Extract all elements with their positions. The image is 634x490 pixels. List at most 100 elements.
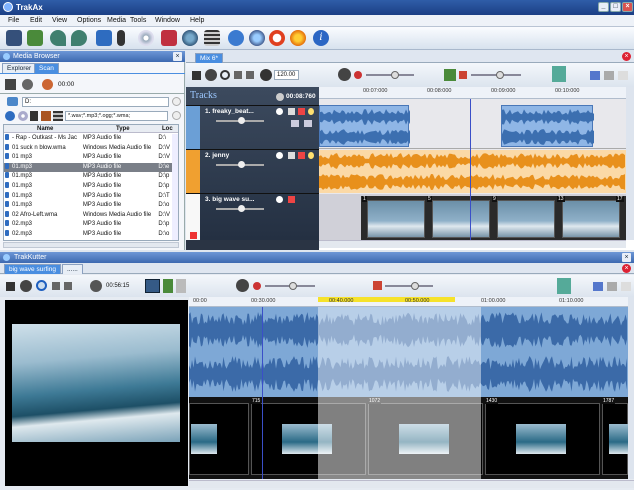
file-row[interactable]: 01 mp3 MP3 Audio file D:\V (4, 153, 172, 163)
column-name[interactable]: Name (37, 126, 53, 132)
add-track-icon[interactable] (444, 69, 456, 81)
undo-icon[interactable] (50, 30, 66, 46)
folder-icon[interactable] (607, 282, 617, 291)
tempo-icon[interactable] (260, 69, 272, 81)
stop-icon[interactable] (6, 282, 15, 291)
solo-icon[interactable] (276, 152, 283, 159)
volume-knob-icon[interactable] (236, 279, 249, 292)
panel-close-icon[interactable]: × (173, 52, 182, 61)
record-icon[interactable] (354, 71, 362, 79)
stop-icon[interactable] (192, 71, 201, 80)
forward-icon[interactable] (64, 282, 72, 290)
track-name[interactable]: 3. big wave su... (205, 196, 255, 203)
zoom-slider-thumb[interactable] (411, 282, 419, 290)
settings-icon[interactable] (618, 71, 628, 80)
chat-icon[interactable] (228, 30, 244, 46)
volume-slider[interactable] (366, 74, 414, 76)
filter-input[interactable]: *.wav;*.mp3;*.ogg;*.wma; (65, 111, 168, 121)
monitor-icon[interactable] (96, 30, 112, 46)
globe-icon[interactable] (182, 30, 198, 46)
save-icon[interactable] (6, 30, 22, 46)
mute-icon[interactable] (288, 196, 295, 203)
cd-icon[interactable] (18, 111, 28, 121)
tab-empty[interactable]: ...... (62, 264, 83, 274)
web-icon[interactable] (249, 30, 265, 46)
file-row[interactable]: 02 Afro-Left.wma Windows Media Audio file… (4, 210, 172, 221)
envelope-icon[interactable] (304, 120, 312, 127)
solo-icon[interactable] (276, 196, 283, 203)
track-header-2[interactable]: 2. jenny (186, 149, 319, 194)
mix-close-icon[interactable]: × (622, 52, 631, 61)
light-bulb-icon[interactable] (308, 108, 314, 115)
tab-close-icon[interactable]: × (622, 264, 631, 273)
lock-icon[interactable] (288, 152, 295, 159)
stop-icon[interactable] (5, 79, 16, 90)
file-row[interactable]: 01.mp3 MP3 Audio file D:\o (4, 201, 172, 211)
volume-knob-icon[interactable] (338, 68, 351, 81)
rewind-icon[interactable] (234, 71, 242, 79)
horizontal-scrollbar[interactable] (3, 242, 179, 248)
file-row[interactable]: 01 suck n blow.wma Windows Media Audio fi… (4, 143, 172, 154)
filmstrip-icon[interactable] (204, 30, 220, 46)
settings-icon[interactable] (621, 282, 631, 291)
kutter-ruler[interactable]: 00:00 00:30.000 00:40.000 00:50.000 01:0… (189, 297, 634, 307)
file-row[interactable]: 02.mp3 MP3 Audio file D:\o (4, 229, 172, 240)
cut-icon[interactable] (373, 281, 382, 290)
mute-icon[interactable] (298, 108, 305, 115)
file-row[interactable]: 02.mp3 MP3 Audio file D:\p (4, 220, 172, 230)
menu-options[interactable]: Options (77, 17, 101, 24)
mix-ruler[interactable]: 00:07:000 00:08:000 00:09:000 00:10:000 (319, 87, 626, 99)
filter-clear-icon[interactable] (172, 111, 181, 120)
zoom-slider[interactable] (385, 285, 433, 287)
track-name[interactable]: 1. freaky_beat... (205, 108, 254, 115)
microphone-icon[interactable] (30, 111, 38, 121)
minimize-icon[interactable]: _ (598, 2, 609, 12)
vertical-scrollbar[interactable] (628, 297, 634, 479)
column-location[interactable]: Loc (162, 126, 173, 132)
playhead[interactable] (470, 99, 471, 240)
file-row[interactable]: - Rap - Outkast - Ms Jac MP3 Audio file D:… (4, 134, 172, 144)
mute-icon[interactable] (459, 71, 467, 79)
kutter-waveform[interactable] (189, 307, 628, 397)
effects-icon[interactable] (41, 111, 51, 121)
volume-knob-icon[interactable] (90, 280, 102, 292)
file-row[interactable]: 03.mp3MP3 Audio fileD:\o (4, 239, 172, 240)
menu-view[interactable]: View (52, 17, 67, 24)
selection-highlight[interactable] (318, 307, 481, 397)
selection-highlight[interactable] (318, 397, 481, 479)
record-icon[interactable] (253, 282, 261, 290)
panel-close-icon[interactable]: × (622, 253, 631, 262)
path-clear-icon[interactable] (172, 97, 181, 106)
export-icon[interactable] (590, 71, 600, 80)
loop-icon[interactable] (220, 70, 230, 80)
volume-slider-thumb[interactable] (391, 71, 399, 79)
vertical-scrollbar[interactable] (626, 87, 634, 240)
track-name[interactable]: 2. jenny (205, 152, 229, 159)
play-icon[interactable] (205, 69, 217, 81)
rewind-icon[interactable] (52, 282, 60, 290)
zoom-slider-thumb[interactable] (496, 71, 504, 79)
firefox-icon[interactable] (290, 30, 306, 46)
track-header-1[interactable]: 1. freaky_beat... (186, 105, 319, 150)
timeline-lanes[interactable]: 1 5 9 13 17 (319, 99, 626, 240)
open-icon[interactable] (27, 30, 43, 46)
volume-knob-icon[interactable] (42, 79, 53, 90)
video-mode-icon[interactable] (145, 279, 160, 293)
path-input[interactable]: D: (22, 97, 169, 107)
menu-window[interactable]: Window (155, 17, 180, 24)
track-volume-thumb[interactable] (238, 205, 245, 212)
tab-big-wave-surfing[interactable]: big wave surfing (4, 264, 61, 274)
solo-icon[interactable] (276, 108, 283, 115)
tab-explorer[interactable]: Explorer (2, 63, 37, 73)
horizontal-scrollbar[interactable] (319, 240, 626, 248)
vertical-scrollbar[interactable] (172, 134, 178, 240)
bpm-input[interactable]: 120.00 (274, 70, 299, 80)
export-icon[interactable] (593, 282, 603, 291)
file-row[interactable]: 01.mp3 MP3 Audio file D:\p (4, 181, 172, 192)
audio-clip[interactable] (319, 105, 410, 147)
mixer-icon[interactable] (557, 278, 571, 294)
audio-mode-icon[interactable] (163, 279, 173, 293)
file-row[interactable]: 01.mp3 MP3 Audio file D:\e (4, 162, 172, 173)
delete-track-icon[interactable] (190, 232, 197, 239)
lock-icon[interactable] (288, 108, 295, 115)
